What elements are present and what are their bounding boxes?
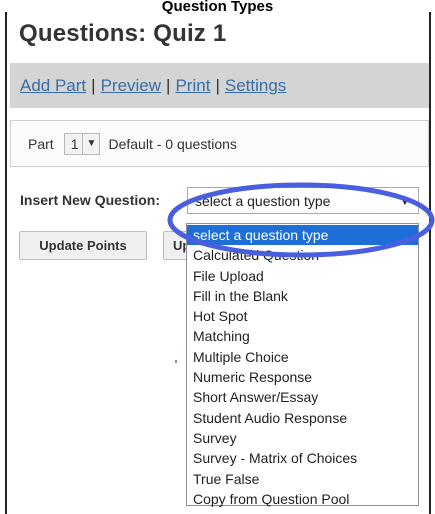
option-select-a-question-type[interactable]: select a question type (187, 225, 418, 246)
option-true-false[interactable]: True False (187, 469, 418, 489)
option-multiple-choice[interactable]: Multiple Choice (187, 347, 418, 367)
update-points-button[interactable]: Update Points (19, 231, 147, 260)
print-link[interactable]: Print (175, 76, 210, 96)
option-matching[interactable]: Matching (187, 326, 418, 346)
part-selector-panel: Part 1 ▼ Default - 0 questions (10, 120, 429, 167)
option-short-answer-essay[interactable]: Short Answer/Essay (187, 387, 418, 407)
frame-left-border (5, 12, 7, 514)
part-select-value: 1 (70, 135, 79, 152)
part-label: Part (28, 135, 54, 152)
chevron-down-icon: ▼ (399, 193, 411, 208)
link-separator: | (166, 75, 171, 95)
option-numeric-response[interactable]: Numeric Response (187, 367, 418, 387)
preview-link[interactable]: Preview (101, 76, 161, 96)
option-copy-from-question-pool[interactable]: Copy from Question Pool (187, 489, 418, 509)
top-title: Question Types (161, 0, 274, 14)
action-link-bar: Add Part | Preview | Print | Settings (10, 63, 429, 108)
settings-link[interactable]: Settings (225, 76, 286, 96)
option-calculated-question[interactable]: Calculated Question (187, 245, 418, 265)
question-type-select-value: select a question type (195, 193, 331, 209)
option-student-audio-response[interactable]: Student Audio Response (187, 408, 418, 428)
option-file-upload[interactable]: File Upload (187, 266, 418, 286)
option-hot-spot[interactable]: Hot Spot (187, 306, 418, 326)
insert-question-label: Insert New Question: (20, 192, 161, 208)
part-select[interactable]: 1 ▼ (63, 132, 101, 155)
chevron-down-icon: ▼ (82, 133, 99, 154)
option-survey[interactable]: Survey (187, 428, 418, 448)
option-survey-matrix-of-choices[interactable]: Survey - Matrix of Choices (187, 448, 418, 468)
background-fragment (175, 360, 177, 363)
link-separator: | (91, 75, 96, 95)
link-separator: | (215, 75, 220, 95)
part-summary: Default - 0 questions (108, 135, 237, 152)
frame-right-border (429, 12, 431, 514)
add-part-link[interactable]: Add Part (20, 76, 86, 96)
page-title: Questions: Quiz 1 (19, 20, 227, 47)
question-type-select[interactable]: select a question type ▼ (187, 187, 419, 214)
option-fill-in-the-blank[interactable]: Fill in the Blank (187, 286, 418, 306)
question-type-dropdown-list[interactable]: select a question type Calculated Questi… (186, 223, 419, 509)
